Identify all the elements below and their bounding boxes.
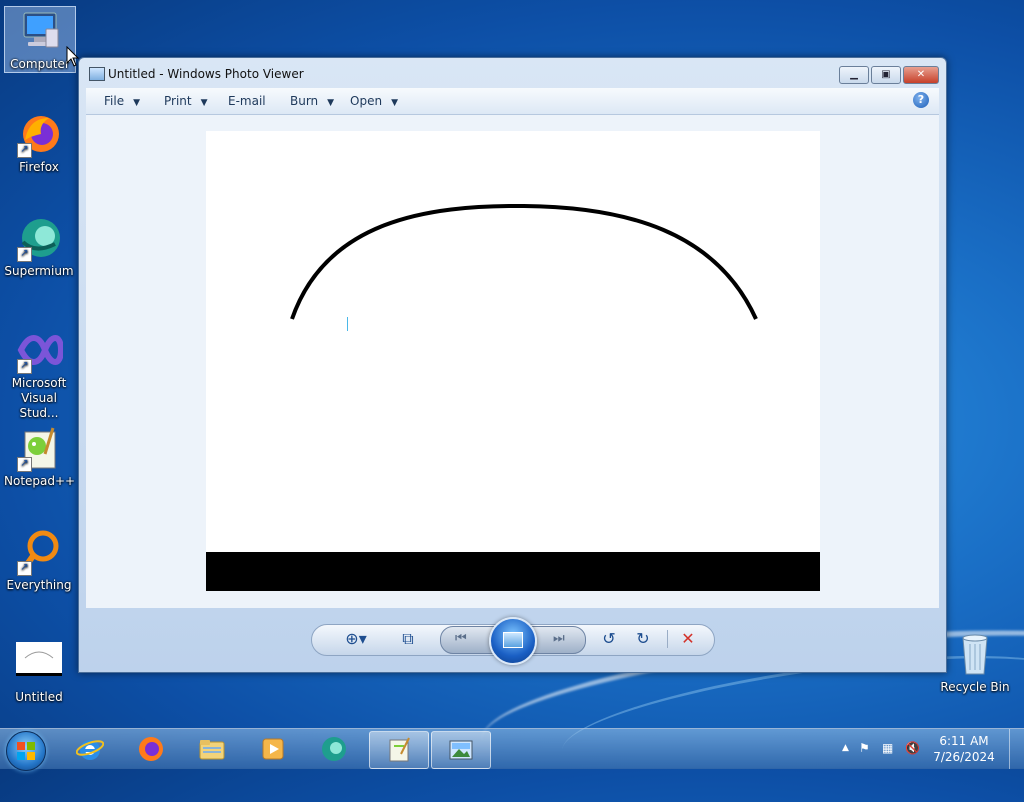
recycle-bin-icon — [951, 630, 999, 678]
menu-print-label: Print — [164, 94, 192, 108]
help-icon[interactable]: ? — [913, 92, 929, 108]
displayed-image — [206, 131, 820, 591]
clock-date: 7/26/2024 — [933, 750, 995, 764]
delete-icon[interactable]: ✕ — [677, 629, 699, 649]
notepadpp-icon — [389, 737, 410, 762]
chevron-down-icon: ▼ — [200, 98, 208, 108]
close-button[interactable]: ✕ — [903, 66, 939, 84]
slideshow-button[interactable] — [489, 617, 537, 665]
image-black-band — [206, 552, 820, 591]
desktop-icon-firefox[interactable]: ↗ Firefox — [4, 110, 74, 175]
desktop-icon-label: Recycle Bin — [940, 680, 1010, 694]
photo-viewer-app-icon — [89, 67, 105, 81]
desktop-icon-label: Supermium — [4, 264, 74, 278]
taskbar-file-explorer[interactable] — [183, 731, 241, 767]
menu-file[interactable]: File ▼ — [104, 94, 140, 108]
clock[interactable]: 6:11 AM 7/26/2024 — [929, 733, 999, 765]
menu-burn-label: Burn — [290, 94, 319, 108]
supermium-icon — [322, 737, 346, 761]
chevron-down-icon: ▼ — [327, 98, 335, 108]
menu-print[interactable]: Print ▼ — [164, 94, 208, 108]
image-arc-drawing — [290, 203, 758, 320]
title-bar[interactable]: Untitled - Windows Photo Viewer ▁ ▣ ✕ — [79, 58, 946, 88]
taskbar-firefox[interactable] — [122, 731, 180, 767]
desktop-icon-label: Microsoft Visual Stud... — [11, 376, 67, 420]
menu-burn[interactable]: Burn ▼ — [290, 94, 334, 108]
action-center-flag-icon[interactable]: ⚑ — [859, 741, 870, 755]
zoom-icon[interactable]: ⊕▾ — [339, 629, 373, 649]
image-view-area[interactable] — [86, 115, 939, 608]
system-tray: ▲ ⚑ ▦ 🔇 6:11 AM 7/26/2024 — [834, 729, 1024, 769]
supermium-icon: ↗ — [15, 214, 63, 262]
photo-viewer-icon — [449, 740, 473, 760]
mouse-pointer-icon — [66, 46, 80, 67]
desktop-icon-supermium[interactable]: ↗ Supermium — [4, 214, 74, 279]
taskbar-supermium[interactable] — [305, 731, 363, 767]
maximize-button[interactable]: ▣ — [871, 66, 901, 84]
next-icon[interactable]: ⏭ — [553, 631, 565, 646]
taskbar-notepadpp[interactable] — [369, 731, 429, 769]
photo-viewer-window: Untitled - Windows Photo Viewer ▁ ▣ ✕ Fi… — [78, 57, 947, 673]
windows-logo-icon — [17, 742, 35, 760]
chevron-down-icon: ▼ — [391, 98, 398, 108]
desktop-icon-label: Firefox — [19, 160, 59, 174]
computer-icon — [16, 7, 64, 55]
everything-search-icon: ↗ — [15, 528, 63, 576]
chevron-down-icon: ▼ — [133, 98, 141, 108]
menu-open[interactable]: Open ▼ — [350, 94, 398, 108]
taskbar: ▲ ⚑ ▦ 🔇 6:11 AM 7/26/2024 — [0, 728, 1024, 771]
shortcut-arrow-icon: ↗ — [17, 457, 32, 472]
desktop-icon-recycle-bin[interactable]: Recycle Bin — [940, 630, 1010, 695]
image-cursor-mark — [347, 317, 348, 331]
image-file-icon — [15, 640, 63, 688]
desktop-icon-label: Everything — [6, 578, 72, 592]
desktop-icon-label: Untitled — [15, 690, 63, 704]
media-player-icon — [262, 738, 284, 760]
slideshow-icon — [503, 632, 523, 648]
taskbar-internet-explorer[interactable] — [61, 731, 119, 767]
menu-email[interactable]: E-mail — [228, 94, 266, 108]
notepadpp-icon: ↗ — [15, 424, 63, 472]
start-button[interactable] — [6, 731, 46, 771]
desktop-icon-untitled[interactable]: Untitled — [4, 640, 74, 705]
control-separator — [667, 630, 668, 648]
desktop-icon-everything[interactable]: ↗ Everything — [4, 528, 74, 593]
firefox-icon: ↗ — [15, 110, 63, 158]
previous-icon[interactable]: ⏮ — [455, 631, 467, 646]
control-bar: ⊕▾ ⧉ ⏮ ⏭ ↺ ↻ ✕ — [79, 609, 946, 671]
menu-email-label: E-mail — [228, 94, 266, 108]
internet-explorer-icon — [76, 740, 104, 760]
rotate-counterclockwise-icon[interactable]: ↺ — [598, 629, 620, 649]
menu-bar: File ▼ Print ▼ E-mail Burn ▼ Open ▼ ? — [86, 88, 939, 115]
shortcut-arrow-icon: ↗ — [17, 359, 32, 374]
actual-size-icon[interactable]: ⧉ — [397, 629, 419, 649]
volume-muted-icon[interactable]: 🔇 — [905, 741, 920, 755]
visual-studio-icon: ↗ — [15, 326, 65, 374]
minimize-button[interactable]: ▁ — [839, 66, 869, 84]
shortcut-arrow-icon: ↗ — [17, 561, 32, 576]
rotate-clockwise-icon[interactable]: ↻ — [632, 629, 654, 649]
network-icon[interactable]: ▦ — [882, 741, 893, 755]
show-hidden-icons-icon[interactable]: ▲ — [842, 743, 849, 753]
desktop-icon-label: Computer — [10, 57, 70, 71]
shortcut-arrow-icon: ↗ — [17, 143, 32, 158]
firefox-icon — [139, 737, 163, 761]
taskbar-media-player[interactable] — [244, 731, 302, 767]
menu-open-label: Open — [350, 94, 383, 108]
menu-file-label: File — [104, 94, 125, 108]
window-title: Untitled - Windows Photo Viewer — [108, 67, 304, 81]
desktop-icon-label: Notepad++ — [4, 474, 76, 488]
folder-icon — [199, 740, 225, 760]
clock-time: 6:11 AM — [939, 734, 989, 748]
taskbar-photo-viewer[interactable] — [431, 731, 491, 769]
desktop-icon-notepadpp[interactable]: ↗ Notepad++ — [4, 424, 76, 489]
shortcut-arrow-icon: ↗ — [17, 247, 32, 262]
show-desktop-button[interactable] — [1009, 729, 1024, 769]
desktop-icon-visual-studio[interactable]: ↗ Microsoft Visual Stud... — [4, 326, 74, 421]
